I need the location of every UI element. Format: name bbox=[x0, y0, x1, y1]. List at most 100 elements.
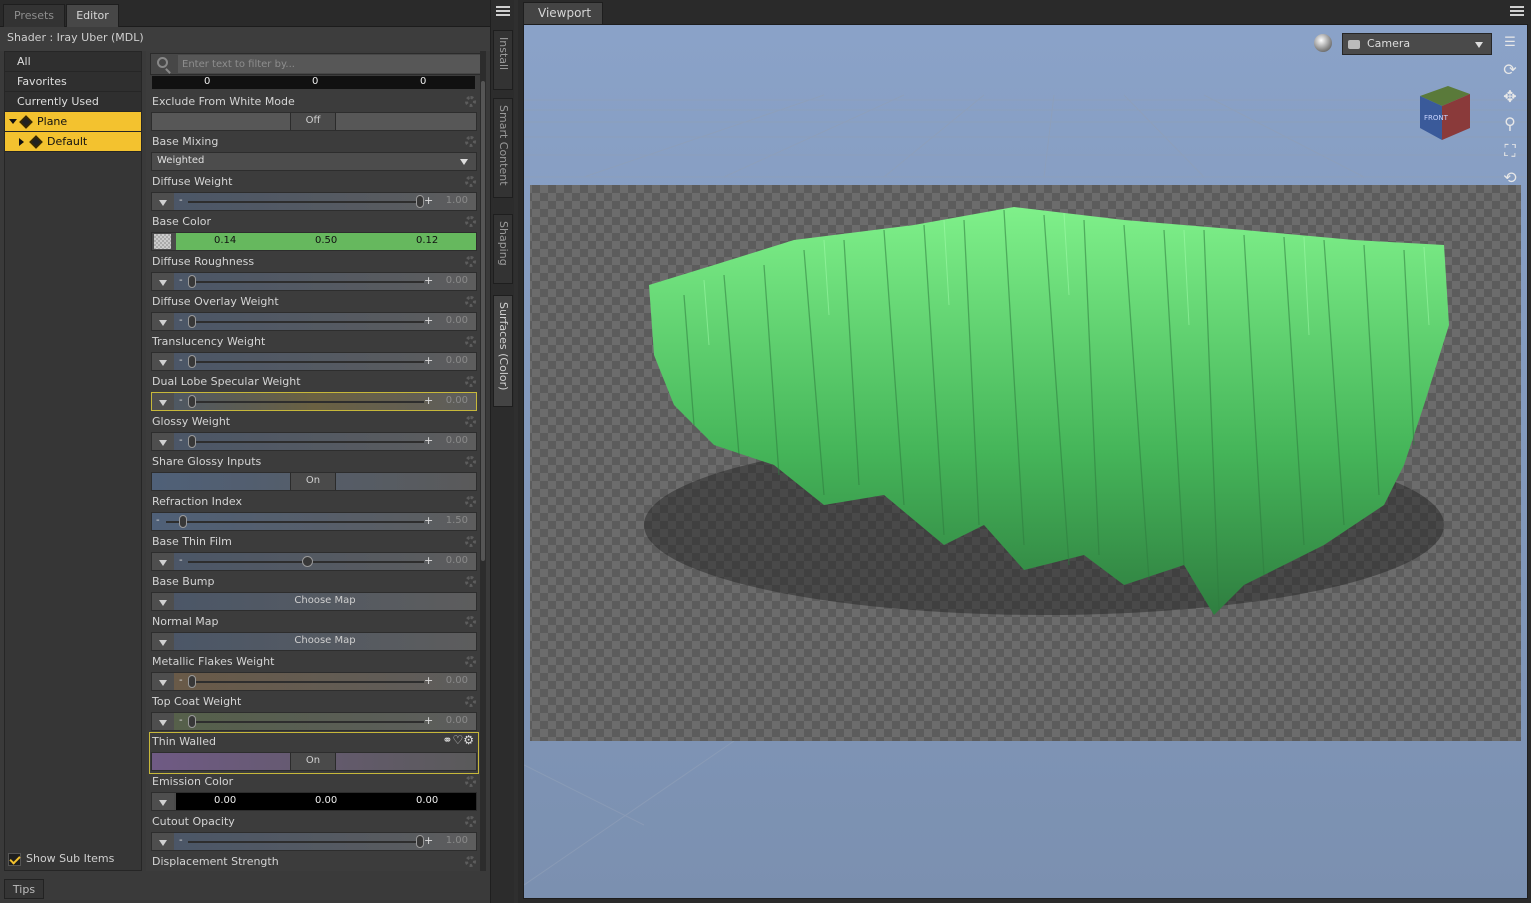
slider-value[interactable]: 0.00 bbox=[446, 355, 468, 366]
slider-value[interactable]: 0.00 bbox=[446, 555, 468, 566]
slider-control[interactable]: - + 1.00 bbox=[151, 192, 477, 211]
plus-icon[interactable]: + bbox=[424, 354, 433, 367]
plus-icon[interactable]: + bbox=[424, 674, 433, 687]
expand-arrow-icon[interactable] bbox=[152, 593, 174, 610]
color-control[interactable]: 0.00 0.00 0.00 bbox=[151, 792, 477, 811]
tab-presets[interactable]: Presets bbox=[3, 4, 65, 27]
slider-knob[interactable] bbox=[302, 556, 313, 567]
tree-item-plane[interactable]: Plane bbox=[5, 112, 141, 132]
color-values[interactable]: 0.00 0.00 0.00 bbox=[176, 793, 476, 810]
slider-knob[interactable] bbox=[188, 355, 196, 368]
expand-arrow-icon[interactable] bbox=[152, 273, 174, 290]
zoom-icon[interactable]: ⚲ bbox=[1499, 114, 1521, 134]
slider-track[interactable] bbox=[188, 281, 424, 283]
slider-track[interactable] bbox=[188, 321, 424, 323]
plus-icon[interactable]: + bbox=[424, 314, 433, 327]
dropdown[interactable]: Weighted bbox=[151, 152, 477, 171]
gear-icon[interactable] bbox=[465, 496, 476, 507]
color-b[interactable]: 0.00 bbox=[416, 795, 438, 806]
plus-icon[interactable]: + bbox=[424, 514, 433, 527]
minus-icon[interactable]: - bbox=[179, 395, 183, 406]
slider-track[interactable] bbox=[188, 361, 424, 363]
minus-icon[interactable]: - bbox=[179, 355, 183, 366]
slider-value[interactable]: 0.00 bbox=[446, 435, 468, 446]
tab-tips[interactable]: Tips bbox=[4, 879, 44, 899]
viewport-menu-icon[interactable] bbox=[1510, 6, 1524, 16]
texture-swatch-icon[interactable] bbox=[154, 234, 171, 249]
gear-icon[interactable] bbox=[465, 136, 476, 147]
expand-arrow-icon[interactable] bbox=[152, 633, 174, 650]
slider-control[interactable]: - + 1.50 bbox=[151, 512, 477, 531]
slider-knob[interactable] bbox=[188, 675, 196, 688]
pane-menu-icon[interactable] bbox=[496, 6, 510, 16]
slider-value[interactable]: 1.50 bbox=[446, 515, 468, 526]
gear-icon[interactable] bbox=[465, 216, 476, 227]
slider-track[interactable] bbox=[188, 721, 424, 723]
plus-icon[interactable]: + bbox=[424, 834, 433, 847]
vtab-surfaces[interactable]: Surfaces (Color) bbox=[493, 295, 513, 407]
slider-track[interactable] bbox=[166, 521, 424, 523]
show-sub-items-checkbox[interactable]: Show Sub Items bbox=[8, 851, 114, 869]
slider-value[interactable]: 0.00 bbox=[446, 715, 468, 726]
property-scrollbar[interactable] bbox=[480, 51, 486, 871]
minus-icon[interactable]: - bbox=[179, 275, 183, 286]
slider-value[interactable]: 0.00 bbox=[446, 395, 468, 406]
gear-icon[interactable] bbox=[465, 816, 476, 827]
slider-knob[interactable] bbox=[416, 835, 424, 848]
slider-knob[interactable] bbox=[416, 195, 424, 208]
slider-track[interactable] bbox=[188, 201, 424, 203]
gear-icon[interactable] bbox=[465, 376, 476, 387]
tab-editor[interactable]: Editor bbox=[66, 4, 119, 27]
minus-icon[interactable]: - bbox=[179, 195, 183, 206]
toggle-button[interactable]: On bbox=[290, 753, 336, 770]
minus-icon[interactable]: - bbox=[156, 515, 160, 526]
slider-control[interactable]: - + 0.00 bbox=[151, 552, 477, 571]
color-g[interactable]: 0.00 bbox=[315, 795, 337, 806]
viewport-options-icon[interactable]: ☰ bbox=[1499, 33, 1521, 53]
slider-track[interactable] bbox=[188, 401, 424, 403]
minus-icon[interactable]: - bbox=[179, 715, 183, 726]
expand-arrow-icon[interactable] bbox=[152, 313, 174, 330]
slider-value[interactable]: 0.00 bbox=[446, 675, 468, 686]
slider-track[interactable] bbox=[188, 441, 424, 443]
gear-icon[interactable] bbox=[465, 256, 476, 267]
slider-knob[interactable] bbox=[188, 315, 196, 328]
tree-item-default[interactable]: Default bbox=[5, 132, 141, 152]
pan-icon[interactable]: ✥ bbox=[1499, 87, 1521, 107]
tab-viewport[interactable]: Viewport bbox=[523, 2, 603, 24]
plus-icon[interactable]: + bbox=[424, 714, 433, 727]
plus-icon[interactable]: + bbox=[424, 554, 433, 567]
scene-canvas[interactable] bbox=[524, 25, 1528, 899]
frame-icon[interactable]: ⛶ bbox=[1499, 141, 1521, 161]
slider-knob[interactable] bbox=[178, 515, 187, 528]
tree-item-currently-used[interactable]: Currently Used bbox=[5, 92, 141, 112]
slider-track[interactable] bbox=[188, 681, 424, 683]
expand-arrow-icon[interactable] bbox=[152, 833, 174, 850]
checkmark-icon[interactable] bbox=[8, 852, 21, 866]
expand-arrow-icon[interactable] bbox=[152, 793, 174, 810]
minus-icon[interactable]: - bbox=[179, 835, 183, 846]
color-values[interactable]: 0.14 0.50 0.12 bbox=[176, 233, 476, 250]
slider-value[interactable]: 1.00 bbox=[446, 835, 468, 846]
link-icon[interactable]: ⚭ bbox=[442, 733, 452, 747]
expand-arrow-icon[interactable] bbox=[152, 353, 174, 370]
color-r[interactable]: 0.14 bbox=[214, 235, 236, 246]
slider-knob[interactable] bbox=[188, 435, 196, 448]
slider-control[interactable]: - + 0.00 bbox=[151, 672, 477, 691]
gear-icon[interactable] bbox=[465, 416, 476, 427]
gear-icon[interactable] bbox=[465, 456, 476, 467]
scrollbar-thumb[interactable] bbox=[481, 81, 485, 561]
color-r[interactable]: 0.00 bbox=[214, 795, 236, 806]
filter-input[interactable] bbox=[178, 55, 482, 73]
gear-icon[interactable] bbox=[465, 536, 476, 547]
expand-arrow-icon[interactable] bbox=[152, 673, 174, 690]
expand-arrow-icon[interactable] bbox=[19, 138, 24, 146]
slider-control[interactable]: - + 0.00 bbox=[151, 272, 477, 291]
viewport-scene[interactable]: Camera ☰ ⟳ ✥ ⚲ ⛶ ⟲ FRONT bbox=[523, 24, 1528, 899]
collapse-arrow-icon[interactable] bbox=[9, 119, 17, 124]
navcube-graphic[interactable]: FRONT bbox=[1414, 80, 1474, 142]
gear-icon[interactable] bbox=[465, 656, 476, 667]
gear-icon[interactable] bbox=[465, 96, 476, 107]
gear-icon[interactable] bbox=[465, 296, 476, 307]
slider-value[interactable]: 0.00 bbox=[446, 275, 468, 286]
